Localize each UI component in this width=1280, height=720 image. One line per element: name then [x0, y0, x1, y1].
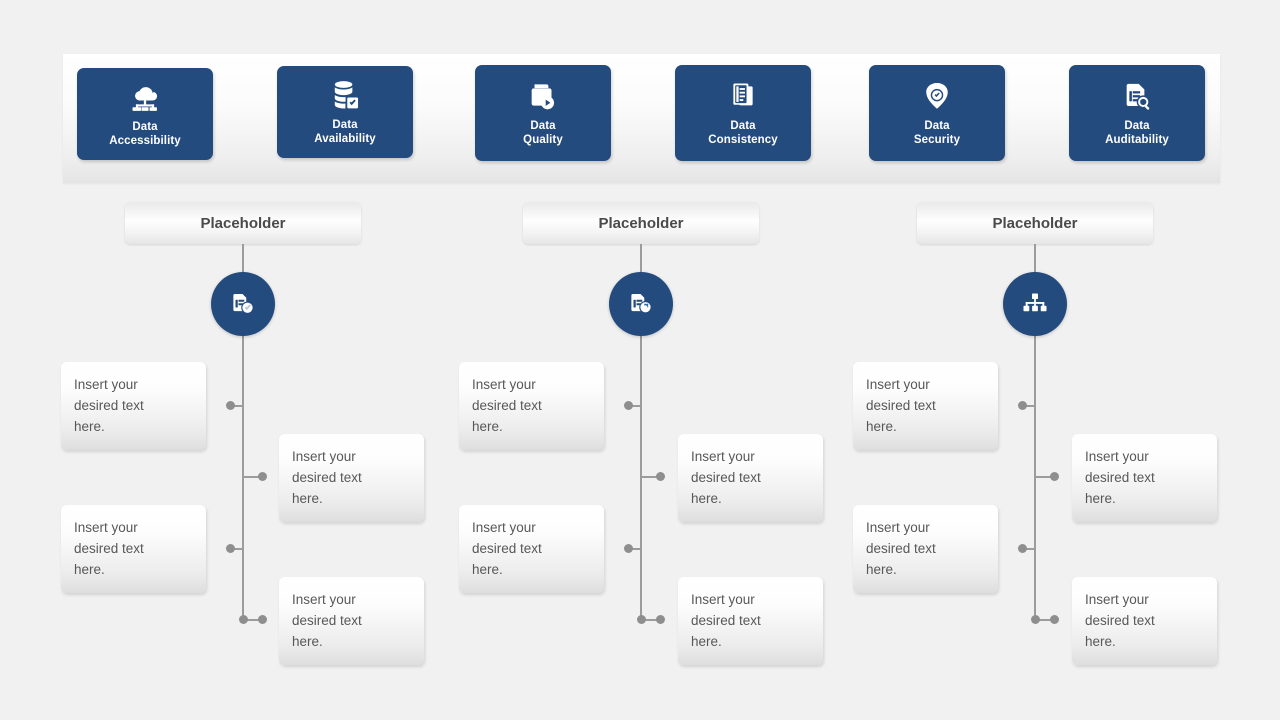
capability-card-label: Data Security [913, 120, 961, 146]
text-box[interactable]: Insert your desired text here. [61, 505, 206, 593]
connector-dot [258, 472, 267, 481]
text-box[interactable]: Insert your desired text here. [279, 577, 424, 665]
documents-stack-icon [726, 79, 760, 113]
database-check-icon [328, 78, 362, 112]
column-hub-2[interactable] [609, 272, 673, 336]
connector-dot [1050, 615, 1059, 624]
text-box-content: Insert your desired text here. [1085, 592, 1155, 649]
connector-dot-end [239, 615, 248, 624]
document-gear-icon [631, 294, 652, 314]
connector-dot [226, 544, 235, 553]
text-box[interactable]: Insert your desired text here. [678, 577, 823, 665]
text-box-content: Insert your desired text here. [866, 520, 936, 577]
text-box[interactable]: Insert your desired text here. [853, 505, 998, 593]
text-box-content: Insert your desired text here. [292, 592, 362, 649]
connector-dot [1018, 544, 1027, 553]
text-box-content: Insert your desired text here. [691, 592, 761, 649]
text-box-content: Insert your desired text here. [866, 377, 936, 434]
capability-card-data-availability[interactable]: Data Availability [277, 66, 413, 158]
hierarchy-icon [1023, 293, 1047, 312]
document-check-icon [233, 294, 254, 314]
document-search-icon [1120, 79, 1154, 113]
folder-play-icon [526, 79, 560, 113]
column-hub-1[interactable] [211, 272, 275, 336]
text-box[interactable]: Insert your desired text here. [459, 362, 604, 450]
column-header-1[interactable]: Placeholder [125, 202, 361, 244]
text-box[interactable]: Insert your desired text here. [279, 434, 424, 522]
connector-dot [656, 472, 665, 481]
capability-card-label: Data Consistency [708, 120, 778, 146]
connector-dot [258, 615, 267, 624]
connector-dot-end [637, 615, 646, 624]
column-header-label: Placeholder [598, 214, 684, 232]
text-box[interactable]: Insert your desired text here. [1072, 434, 1217, 522]
connector-dot [1050, 472, 1059, 481]
capability-card-data-auditability[interactable]: Data Auditability [1069, 65, 1205, 161]
column-header-3[interactable]: Placeholder [917, 202, 1153, 244]
capability-card-label: Data Availability [314, 119, 376, 145]
capability-card-label: Data Accessibility [109, 121, 181, 147]
capability-card-label: Data Quality [523, 120, 563, 146]
text-box-content: Insert your desired text here. [292, 449, 362, 506]
text-box-content: Insert your desired text here. [472, 520, 542, 577]
text-box-content: Insert your desired text here. [74, 520, 144, 577]
connector-dot [656, 615, 665, 624]
text-box-content: Insert your desired text here. [74, 377, 144, 434]
text-box[interactable]: Insert your desired text here. [1072, 577, 1217, 665]
capability-card-data-quality[interactable]: Data Quality [475, 65, 611, 161]
capability-card-data-accessibility[interactable]: Data Accessibility [77, 68, 213, 160]
capability-card-label: Data Auditability [1105, 120, 1169, 146]
text-box[interactable]: Insert your desired text here. [853, 362, 998, 450]
shield-check-icon [920, 79, 954, 113]
data-capabilities-banner: Data Accessibility Data Availability Dat [63, 54, 1220, 183]
column-header-label: Placeholder [200, 214, 286, 232]
text-box-content: Insert your desired text here. [472, 377, 542, 434]
connector-dot [624, 401, 633, 410]
connector-dot [1018, 401, 1027, 410]
text-box[interactable]: Insert your desired text here. [459, 505, 604, 593]
connector-dot [624, 544, 633, 553]
connector-dot-end [1031, 615, 1040, 624]
column-hub-3[interactable] [1003, 272, 1067, 336]
column-header-label: Placeholder [992, 214, 1078, 232]
text-box[interactable]: Insert your desired text here. [678, 434, 823, 522]
connector-dot [226, 401, 235, 410]
text-box-content: Insert your desired text here. [1085, 449, 1155, 506]
capability-card-data-consistency[interactable]: Data Consistency [675, 65, 811, 161]
capability-card-data-security[interactable]: Data Security [869, 65, 1005, 161]
cloud-network-icon [128, 80, 162, 114]
column-header-2[interactable]: Placeholder [523, 202, 759, 244]
text-box[interactable]: Insert your desired text here. [61, 362, 206, 450]
text-box-content: Insert your desired text here. [691, 449, 761, 506]
